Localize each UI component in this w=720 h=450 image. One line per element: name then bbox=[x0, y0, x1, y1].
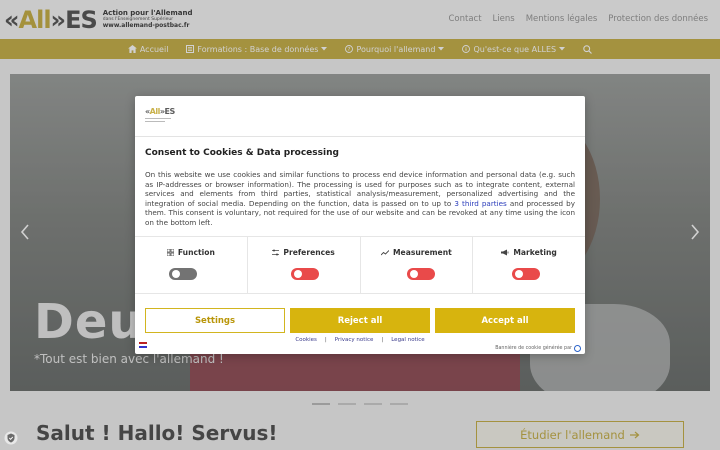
category-function: Function bbox=[135, 237, 248, 293]
cookie-consent-dialog: «All»ES Consent to Cookies & Data proces… bbox=[135, 96, 585, 354]
separator: | bbox=[381, 337, 384, 343]
category-function-label: Function bbox=[177, 248, 215, 257]
reject-all-button[interactable]: Reject all bbox=[290, 308, 430, 333]
separator: | bbox=[324, 337, 327, 343]
category-preferences: Preferences bbox=[248, 237, 361, 293]
function-toggle[interactable] bbox=[169, 268, 197, 280]
cookies-link[interactable]: Cookies bbox=[295, 337, 317, 343]
privacy-notice-link[interactable]: Privacy notice bbox=[335, 337, 374, 343]
consent-categories: Function Preferences Measurement Marketi… bbox=[135, 236, 585, 294]
third-parties-link[interactable]: 3 third parties bbox=[454, 199, 506, 208]
modal-logo: «All»ES bbox=[145, 108, 175, 122]
consent-footer-links: Cookies | Privacy notice | Legal notice bbox=[135, 337, 585, 343]
banner-credit-text: Bannière de cookie générée par bbox=[495, 346, 572, 351]
language-flag-icon[interactable] bbox=[139, 342, 147, 348]
category-label: Preferences bbox=[248, 248, 360, 257]
shield-icon[interactable] bbox=[4, 431, 18, 445]
megaphone-icon bbox=[501, 249, 509, 256]
settings-button[interactable]: Settings bbox=[145, 308, 285, 333]
grid-icon bbox=[166, 249, 174, 256]
check-circle-icon bbox=[574, 345, 581, 352]
consent-description: On this website we use cookies and simil… bbox=[145, 170, 575, 228]
sliders-icon bbox=[272, 249, 280, 256]
category-label: Marketing bbox=[473, 248, 585, 257]
modal-logo-mark: «All»ES bbox=[145, 107, 175, 116]
category-marketing-label: Marketing bbox=[513, 248, 557, 257]
legal-notice-link[interactable]: Legal notice bbox=[391, 337, 424, 343]
accept-all-button[interactable]: Accept all bbox=[435, 308, 575, 333]
category-measurement: Measurement bbox=[361, 237, 474, 293]
marketing-toggle[interactable] bbox=[512, 268, 541, 280]
logo-subline bbox=[145, 121, 165, 122]
chart-line-icon bbox=[380, 249, 389, 255]
divider bbox=[135, 136, 585, 137]
category-label: Measurement bbox=[361, 248, 473, 257]
category-preferences-label: Preferences bbox=[283, 248, 335, 257]
banner-credit: Bannière de cookie générée par bbox=[495, 345, 581, 352]
category-label: Function bbox=[135, 248, 247, 257]
measurement-toggle[interactable] bbox=[406, 268, 435, 280]
consent-title: Consent to Cookies & Data processing bbox=[145, 148, 339, 158]
logo-subline bbox=[145, 118, 171, 119]
category-marketing: Marketing bbox=[473, 237, 585, 293]
preferences-toggle[interactable] bbox=[290, 268, 319, 280]
category-measurement-label: Measurement bbox=[392, 248, 452, 257]
